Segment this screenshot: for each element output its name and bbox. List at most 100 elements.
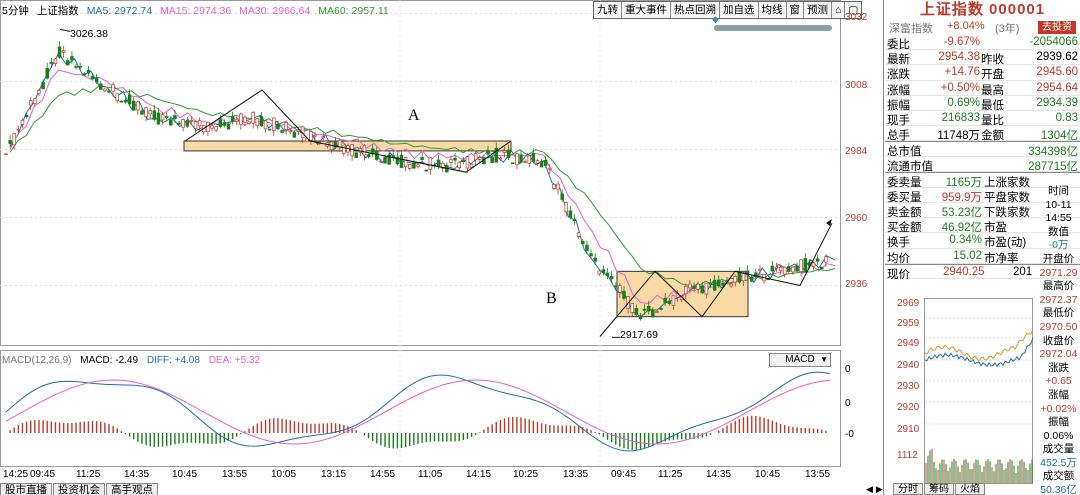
scroll-marker-icon[interactable]: ◆ bbox=[712, 14, 719, 25]
time-tick: 10:45 bbox=[755, 469, 781, 480]
quote-value: +0.50% bbox=[940, 81, 980, 94]
crosshair-item: 最低价 bbox=[1042, 307, 1075, 320]
trade-value: 15.02 bbox=[953, 249, 982, 262]
candle-body bbox=[811, 262, 816, 267]
candle-body bbox=[239, 113, 243, 125]
candle-body bbox=[741, 272, 746, 282]
sub-index: 深富指数 bbox=[889, 23, 933, 35]
candle-body bbox=[572, 218, 577, 222]
toolbar-window[interactable]: 窗 bbox=[787, 2, 804, 18]
crosshair-item: 振幅 bbox=[1048, 416, 1069, 429]
invest-button[interactable]: 去投资 bbox=[1038, 21, 1076, 34]
candle-body bbox=[354, 152, 358, 158]
time-tick: 11:25 bbox=[658, 469, 683, 480]
quote-row: 最新 2954.38 昨收 2939.62 bbox=[885, 50, 1080, 66]
arrow-left-icon[interactable]: ◀ bbox=[866, 484, 873, 495]
candle-body bbox=[428, 157, 433, 170]
candle-body bbox=[107, 90, 111, 93]
candle-body bbox=[696, 283, 700, 290]
candle-body bbox=[74, 66, 78, 68]
candle-body bbox=[601, 269, 606, 274]
tab-opportunity[interactable]: 投资机会 bbox=[53, 483, 105, 495]
ma-line-ma30 bbox=[9, 85, 836, 288]
macd-value: MACD: -2.49 bbox=[80, 355, 139, 366]
toolbar-jiuzhuan[interactable]: 九转 bbox=[594, 2, 622, 18]
candle-body bbox=[787, 266, 791, 272]
candle-body bbox=[193, 121, 198, 129]
kline-chart[interactable] bbox=[0, 0, 884, 495]
time-tick: 14:55 bbox=[370, 469, 396, 480]
y-tick: 2960 bbox=[845, 213, 868, 224]
arrow-right-icon[interactable]: ▶ bbox=[876, 484, 883, 495]
tab-live[interactable]: 股市直播 bbox=[0, 483, 52, 495]
tab-chips[interactable]: 筹码 bbox=[924, 483, 954, 495]
candle-body bbox=[210, 125, 214, 129]
candle-body bbox=[778, 266, 783, 271]
candle-body bbox=[86, 70, 91, 74]
toolbar-add-watchlist[interactable]: 加自选 bbox=[720, 2, 759, 18]
toolbar-ma-lines[interactable]: 均线 bbox=[759, 2, 787, 18]
candle-body bbox=[185, 120, 190, 127]
y-tick: 2984 bbox=[845, 146, 868, 157]
candle-body bbox=[288, 130, 293, 133]
ma60-value: MA60: 2957.11 bbox=[318, 5, 389, 17]
candle-body bbox=[313, 134, 317, 137]
quote-row: 涨幅 +0.50% 最高 2954.64 bbox=[885, 81, 1080, 97]
home-icon[interactable]: ⌂ bbox=[832, 2, 846, 18]
candle-body bbox=[568, 210, 573, 218]
quote-row: 振幅 0.69% 最低 2934.39 bbox=[885, 96, 1080, 112]
candle-body bbox=[53, 58, 58, 65]
candle-body bbox=[712, 279, 717, 291]
macd-header: MACD(12,26,9) MACD: -2.49 DIFF: +4.08 DE… bbox=[2, 355, 266, 366]
candle-body bbox=[90, 75, 95, 80]
candle-body bbox=[717, 279, 721, 287]
candle-body bbox=[729, 283, 733, 287]
candle-body bbox=[523, 160, 527, 163]
candle-body bbox=[383, 156, 387, 164]
quote-value: -9.67% bbox=[943, 36, 980, 48]
side-tabs: 分时 筹码 火焰 bbox=[893, 483, 986, 495]
candle-body bbox=[519, 154, 523, 163]
chart-area[interactable]: 5分钟 上证指数 MA5: 2972.74 MA15: 2974.36 MA30… bbox=[0, 0, 884, 495]
macd-tick: 0 bbox=[845, 364, 851, 375]
time-scrollbar[interactable] bbox=[714, 25, 832, 31]
tab-experts[interactable]: 高手观点 bbox=[106, 483, 158, 495]
crosshair-item: 2972.37 bbox=[1039, 293, 1078, 306]
candle-body bbox=[663, 297, 667, 303]
candle-body bbox=[103, 88, 107, 92]
annotation-b: B bbox=[546, 290, 557, 307]
candle-body bbox=[791, 266, 795, 273]
candle-body bbox=[630, 303, 634, 313]
crosshair-item: 452.5万 bbox=[1040, 456, 1077, 469]
candle-body bbox=[642, 308, 647, 311]
bottom-tabs: 股市直播 投资机会 高手观点 bbox=[0, 483, 159, 495]
now-price: 2940.25 bbox=[943, 265, 985, 278]
sub-year: (3年) bbox=[995, 23, 1020, 35]
mini-price-line bbox=[924, 329, 1034, 362]
candle-body bbox=[61, 50, 66, 53]
candle-body bbox=[473, 153, 478, 161]
candle-body bbox=[424, 169, 428, 172]
ma5-value: MA5: 2972.74 bbox=[86, 5, 153, 17]
tab-flame[interactable]: 火焰 bbox=[955, 483, 985, 495]
nav-arrows: ◀ ▶ bbox=[866, 484, 886, 495]
candle-body bbox=[226, 123, 231, 130]
candle-body bbox=[634, 308, 639, 316]
quote-row: 总手 11748万 金额 1304亿 bbox=[885, 126, 1080, 142]
tab-intraday[interactable]: 分时 bbox=[893, 483, 923, 495]
candle-body bbox=[671, 295, 676, 306]
now-price-label: 现价 bbox=[887, 268, 910, 281]
crosshair-item: 2971.29 bbox=[1039, 266, 1078, 279]
candle-body bbox=[605, 272, 610, 277]
candle-body bbox=[795, 265, 799, 272]
ma30-value: MA30: 2966.64 bbox=[239, 5, 311, 17]
toolbar-forecast[interactable]: 预测 bbox=[804, 2, 832, 18]
annotation-a: A bbox=[408, 107, 420, 124]
candle-body bbox=[391, 155, 396, 158]
candle-body bbox=[597, 270, 602, 275]
time-tick: 10:05 bbox=[271, 469, 297, 480]
candle-body bbox=[457, 161, 461, 169]
toolbar-major-events[interactable]: 重大事件 bbox=[622, 2, 671, 18]
indicator-select[interactable]: MACD ▼ bbox=[769, 353, 831, 367]
candle-body bbox=[651, 309, 655, 318]
